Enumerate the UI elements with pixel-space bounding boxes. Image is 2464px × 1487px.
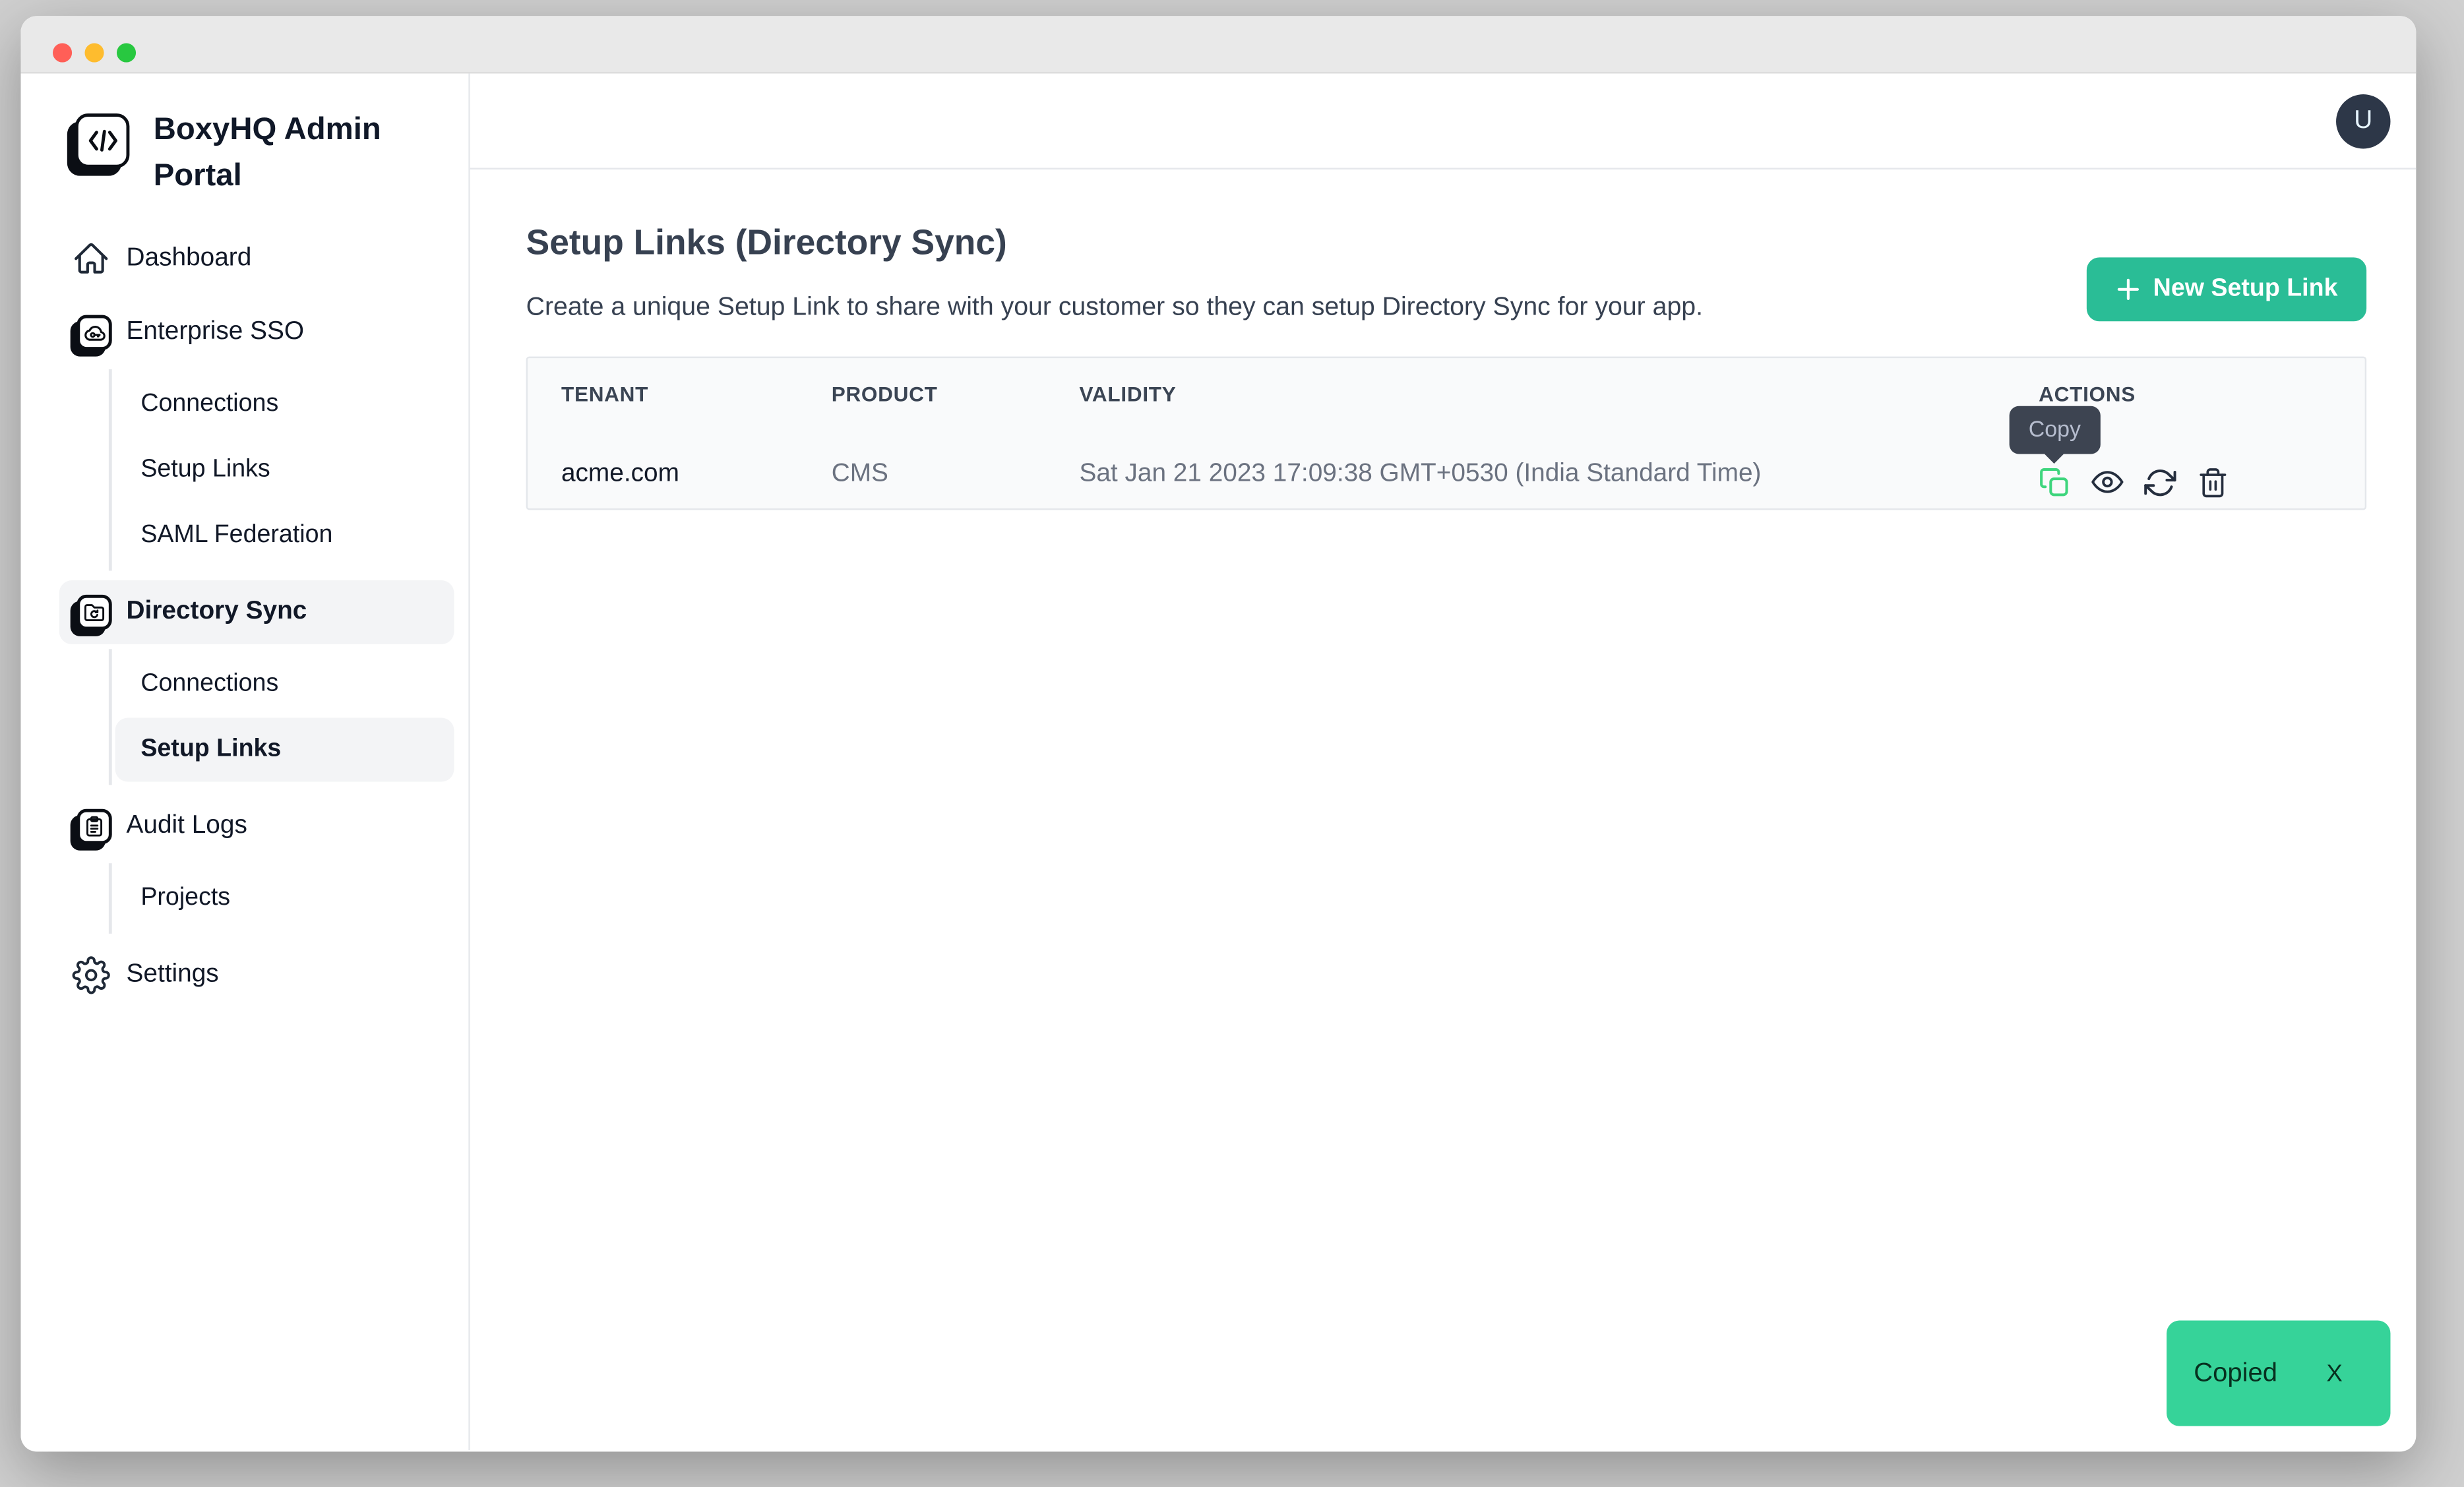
app-body: BoxyHQ Admin Portal Dashboard bbox=[21, 74, 2417, 1450]
sidebar-item-sso-connections[interactable]: Connections bbox=[115, 373, 454, 437]
sidebar-item-settings[interactable]: Settings bbox=[59, 943, 454, 1007]
sidebar-item-sso-setup-links[interactable]: Setup Links bbox=[115, 438, 454, 502]
sidebar-item-label: Audit Logs bbox=[127, 812, 247, 841]
cell-tenant: acme.com bbox=[561, 429, 832, 508]
toast-close-icon[interactable]: X bbox=[2326, 1360, 2342, 1387]
cell-product: CMS bbox=[832, 429, 1080, 508]
column-header-product: PRODUCT bbox=[832, 358, 1080, 429]
clipboard-icon bbox=[71, 806, 112, 847]
sidebar-item-label: Dashboard bbox=[127, 245, 252, 274]
sidebar-item-directory-sync[interactable]: Directory Sync bbox=[59, 580, 454, 644]
sidebar-item-dashboard[interactable]: Dashboard bbox=[59, 227, 454, 291]
top-header: U bbox=[470, 74, 2416, 169]
window-titlebar bbox=[21, 16, 2417, 73]
sidebar-item-projects[interactable]: Projects bbox=[115, 866, 454, 930]
sidebar-nav: Dashboard bbox=[21, 227, 469, 1007]
app-window: BoxyHQ Admin Portal Dashboard bbox=[21, 16, 2417, 1451]
home-icon bbox=[71, 238, 112, 280]
cloud-key-icon bbox=[71, 312, 112, 353]
toast-success: Copied X bbox=[2167, 1321, 2390, 1426]
cell-validity: Sat Jan 21 2023 17:09:38 GMT+0530 (India… bbox=[1079, 429, 2039, 508]
copy-icon[interactable]: Copy bbox=[2039, 466, 2070, 498]
regenerate-icon[interactable] bbox=[2144, 466, 2176, 498]
sidebar-subgroup-audit-logs: Projects bbox=[109, 863, 454, 934]
new-setup-link-button[interactable]: New Setup Link bbox=[2086, 257, 2366, 321]
sidebar-item-audit-logs[interactable]: Audit Logs bbox=[59, 795, 454, 859]
maximize-window-button[interactable] bbox=[117, 42, 136, 61]
table-row: acme.com CMS Sat Jan 21 2023 17:09:38 GM… bbox=[528, 429, 2365, 508]
page-title: Setup Links (Directory Sync) bbox=[526, 222, 2366, 264]
close-window-button[interactable] bbox=[53, 42, 72, 61]
column-header-validity: VALIDITY bbox=[1079, 358, 2039, 429]
minimize-window-button[interactable] bbox=[84, 42, 104, 61]
sidebar-subgroup-directory-sync: Connections Setup Links bbox=[109, 649, 454, 785]
app-title: BoxyHQ Admin Portal bbox=[154, 107, 394, 200]
folder-sync-icon bbox=[71, 592, 112, 633]
sidebar-item-dsync-setup-links[interactable]: Setup Links bbox=[115, 718, 454, 782]
app-logo[interactable]: BoxyHQ Admin Portal bbox=[21, 107, 469, 200]
sidebar-item-dsync-connections[interactable]: Connections bbox=[115, 652, 454, 716]
row-actions: Copy bbox=[2039, 429, 2365, 508]
sidebar-item-saml-federation[interactable]: SAML Federation bbox=[115, 504, 454, 568]
avatar[interactable]: U bbox=[2336, 94, 2390, 148]
sidebar-item-label: Enterprise SSO bbox=[127, 318, 304, 347]
sidebar-item-label: Settings bbox=[127, 961, 219, 990]
gear-icon bbox=[71, 954, 112, 996]
toast-message: Copied bbox=[2194, 1358, 2277, 1389]
copy-tooltip: Copy bbox=[2010, 406, 2100, 454]
code-badge-icon bbox=[75, 113, 129, 167]
sidebar-item-enterprise-sso[interactable]: Enterprise SSO bbox=[59, 301, 454, 365]
eye-icon[interactable] bbox=[2091, 466, 2123, 498]
page-content: Setup Links (Directory Sync) Create a un… bbox=[470, 222, 2416, 510]
desktop: BoxyHQ Admin Portal Dashboard bbox=[0, 0, 2464, 1487]
main-area: U Setup Links (Directory Sync) Create a … bbox=[470, 74, 2416, 1450]
new-setup-link-button-label: New Setup Link bbox=[2153, 275, 2338, 304]
column-header-tenant: TENANT bbox=[561, 358, 832, 429]
trash-icon[interactable] bbox=[2197, 466, 2229, 498]
sidebar-item-label: Directory Sync bbox=[127, 598, 307, 627]
setup-links-table: TENANT PRODUCT VALIDITY ACTIONS acme.com… bbox=[526, 357, 2366, 510]
sidebar: BoxyHQ Admin Portal Dashboard bbox=[21, 74, 470, 1450]
plus-icon bbox=[2114, 276, 2140, 302]
sidebar-subgroup-enterprise-sso: Connections Setup Links SAML Federation bbox=[109, 369, 454, 570]
